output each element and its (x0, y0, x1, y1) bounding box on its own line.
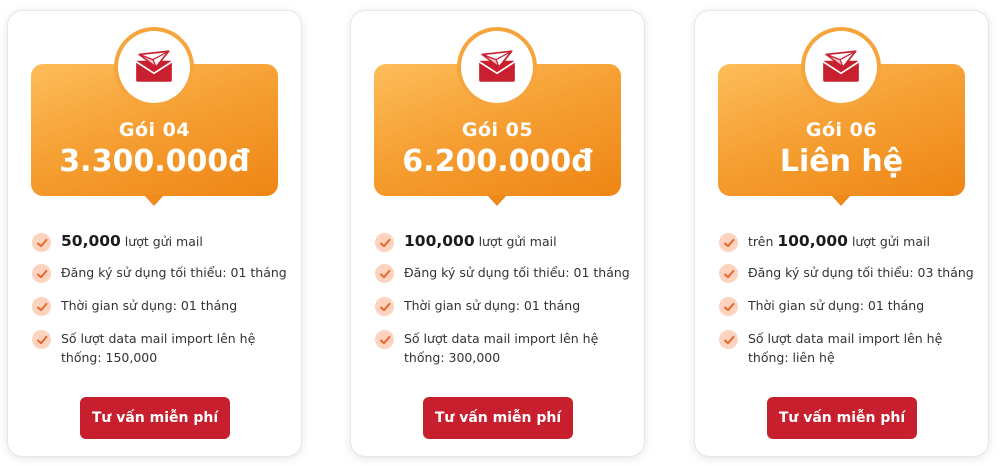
check-icon (32, 330, 51, 349)
feature-item: Số lượt data mail import lên hệ thống: 1… (32, 329, 287, 367)
plan-price: Liên hệ (779, 144, 904, 179)
feature-suffix: lượt gửi mail (847, 234, 930, 249)
feature-text: Thời gian sử dụng: 01 tháng (748, 298, 925, 313)
feature-prefix: trên (748, 234, 778, 249)
header-pointer (831, 195, 851, 206)
feature-suffix: lượt gửi mail (474, 234, 557, 249)
feature-item: trên 100,000 lượt gửi mail (719, 232, 974, 252)
check-icon (719, 330, 738, 349)
feature-suffix: lượt gửi mail (120, 234, 203, 249)
feature-highlight: 100,000 (404, 232, 475, 250)
plan-card-goi-05: Gói 05 6.200.000đ 100,000 lượt gửi mail … (351, 11, 644, 456)
check-icon (375, 264, 394, 283)
check-icon (375, 297, 394, 316)
feature-item: 100,000 lượt gửi mail (375, 232, 630, 252)
feature-item: Đăng ký sử dụng tối thiểu: 01 tháng (32, 263, 287, 283)
plan-price: 3.300.000đ (59, 144, 250, 179)
feature-text: Số lượt data mail import lên hệ thống: 1… (61, 331, 256, 365)
feature-item: Thời gian sử dụng: 01 tháng (719, 296, 974, 316)
plan-name: Gói 06 (805, 119, 878, 141)
plan-name: Gói 04 (118, 119, 191, 141)
check-icon (719, 264, 738, 283)
feature-text: Số lượt data mail import lên hệ thống: l… (748, 331, 943, 365)
feature-list: 50,000 lượt gửi mail Đăng ký sử dụng tối… (32, 232, 287, 367)
check-icon (375, 330, 394, 349)
feature-text: Đăng ký sử dụng tối thiểu: 03 tháng (748, 265, 974, 280)
envelope-paper-plane-icon (118, 31, 190, 103)
feature-item: Thời gian sử dụng: 01 tháng (32, 296, 287, 316)
pricing-section: Gói 04 3.300.000đ 50,000 lượt gửi mail Đ… (0, 0, 1000, 466)
feature-text: Số lượt data mail import lên hệ thống: 3… (404, 331, 599, 365)
feature-text: Thời gian sử dụng: 01 tháng (404, 298, 581, 313)
envelope-paper-plane-icon (461, 31, 533, 103)
feature-text: Đăng ký sử dụng tối thiểu: 01 tháng (404, 265, 630, 280)
envelope-paper-plane-icon (805, 31, 877, 103)
feature-item: Số lượt data mail import lên hệ thống: 3… (375, 329, 630, 367)
feature-item: Đăng ký sử dụng tối thiểu: 01 tháng (375, 263, 630, 283)
free-consult-button[interactable]: Tư vấn miễn phí (767, 397, 917, 439)
check-icon (375, 233, 394, 252)
feature-highlight: 50,000 (61, 232, 121, 250)
feature-text: Thời gian sử dụng: 01 tháng (61, 298, 238, 313)
plan-price: 6.200.000đ (402, 144, 593, 179)
feature-list: trên 100,000 lượt gửi mail Đăng ký sử dụ… (719, 232, 974, 367)
check-icon (32, 297, 51, 316)
feature-item: 50,000 lượt gửi mail (32, 232, 287, 252)
feature-highlight: 100,000 (777, 232, 848, 250)
feature-item: Số lượt data mail import lên hệ thống: l… (719, 329, 974, 367)
plan-name: Gói 05 (461, 119, 534, 141)
feature-item: Thời gian sử dụng: 01 tháng (375, 296, 630, 316)
check-icon (32, 233, 51, 252)
feature-text: Đăng ký sử dụng tối thiểu: 01 tháng (61, 265, 287, 280)
check-icon (719, 297, 738, 316)
feature-item: Đăng ký sử dụng tối thiểu: 03 tháng (719, 263, 974, 283)
free-consult-button[interactable]: Tư vấn miễn phí (423, 397, 573, 439)
free-consult-button[interactable]: Tư vấn miễn phí (80, 397, 230, 439)
check-icon (719, 233, 738, 252)
header-pointer (144, 195, 164, 206)
header-pointer (487, 195, 507, 206)
plan-card-goi-04: Gói 04 3.300.000đ 50,000 lượt gửi mail Đ… (8, 11, 301, 456)
feature-list: 100,000 lượt gửi mail Đăng ký sử dụng tố… (375, 232, 630, 367)
plan-card-goi-06: Gói 06 Liên hệ trên 100,000 lượt gửi mai… (695, 11, 988, 456)
check-icon (32, 264, 51, 283)
